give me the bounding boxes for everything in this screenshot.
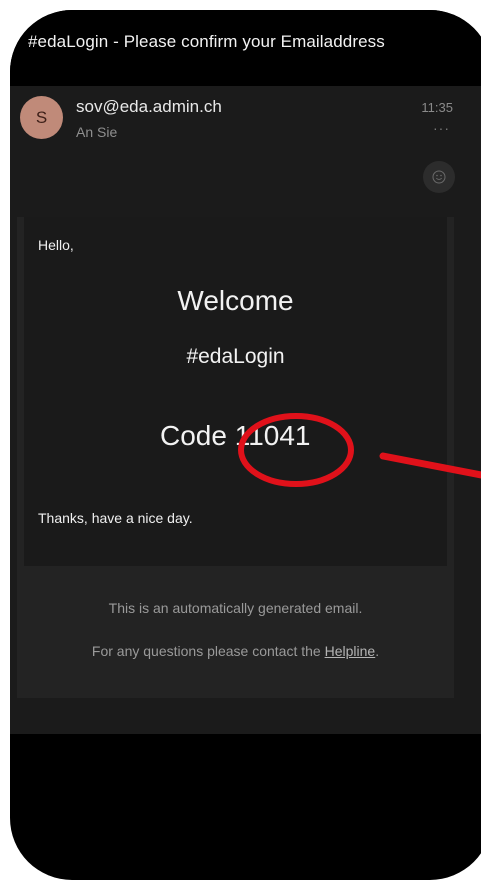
welcome-heading: Welcome — [177, 285, 294, 316]
sender-avatar[interactable]: S — [20, 96, 63, 139]
closing-text: Thanks, have a nice day. — [38, 510, 193, 526]
code-line: Code 11041 — [160, 420, 311, 452]
email-body-card: Hello, Welcome #edaLogin Code 11041 Than… — [17, 217, 454, 698]
code-value: 11041 — [234, 420, 311, 451]
greeting-text: Hello, — [38, 237, 74, 253]
product-name: #edaLogin — [186, 345, 285, 368]
contact-prefix: For any questions please contact the — [91, 643, 325, 659]
code-label: Code — [160, 420, 227, 451]
more-options-icon[interactable]: ··· — [433, 120, 450, 136]
sender-address[interactable]: sov@eda.admin.ch — [76, 97, 222, 117]
helpline-link[interactable]: Helpline — [325, 643, 376, 659]
emoji-reaction-icon — [432, 170, 446, 184]
contact-suffix: . — [375, 643, 380, 659]
email-subject: #edaLogin - Please confirm your Emailadd… — [28, 32, 385, 51]
email-content: Hello, Welcome #edaLogin Code 11041 Than… — [24, 217, 447, 566]
subject-bar: #edaLogin - Please confirm your Emailadd… — [10, 10, 481, 86]
auto-generated-note: This is an automatically generated email… — [108, 600, 363, 616]
contact-line: For any questions please contact the Hel… — [17, 643, 454, 659]
avatar-initial: S — [35, 107, 48, 127]
emoji-reaction-button[interactable] — [423, 161, 455, 193]
recipient-label: An Sie — [76, 124, 118, 140]
email-time: 11:35 — [421, 100, 453, 115]
